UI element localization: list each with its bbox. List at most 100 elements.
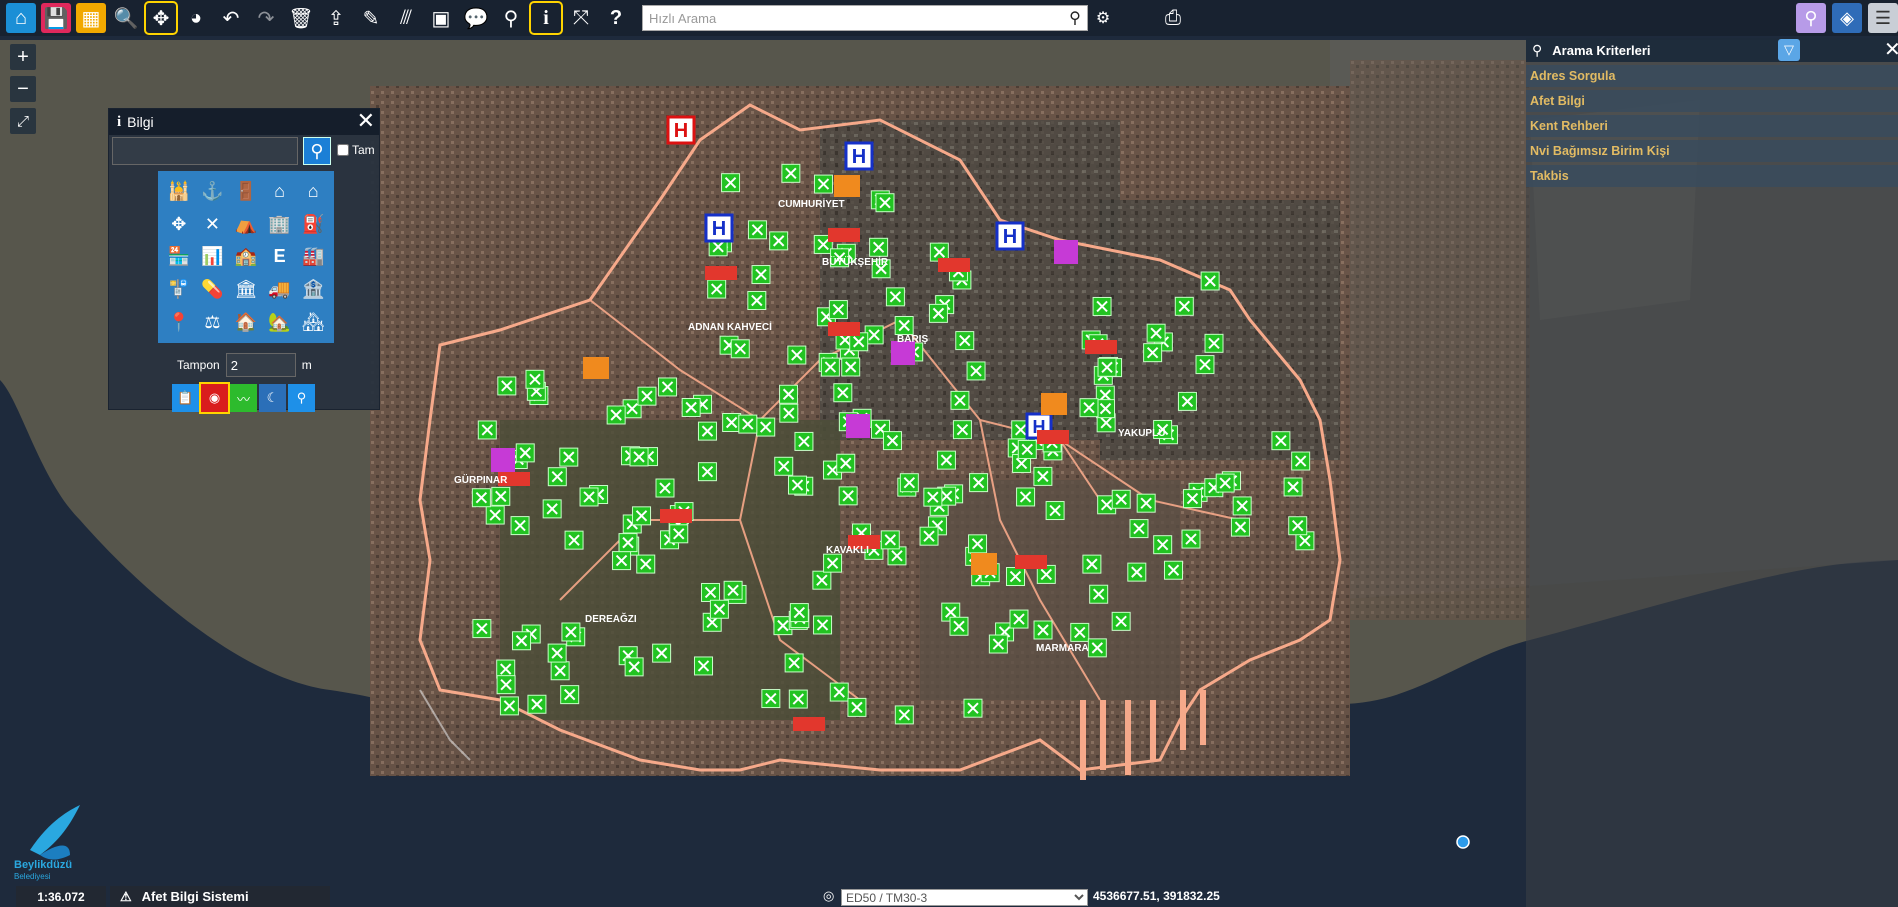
info-search-input[interactable]: [112, 137, 298, 165]
green-area-marker[interactable]: [1143, 343, 1163, 363]
green-area-marker[interactable]: [738, 414, 758, 434]
green-area-marker[interactable]: [652, 643, 672, 663]
green-area-marker[interactable]: [761, 689, 781, 709]
green-area-marker[interactable]: [784, 653, 804, 673]
green-area-marker[interactable]: [697, 462, 717, 482]
criteria-item-kent-rehberi[interactable]: Kent Rehberi: [1526, 115, 1898, 137]
polygon-mode-button[interactable]: ☾: [259, 384, 286, 412]
green-area-marker[interactable]: [1017, 439, 1037, 459]
menu-button[interactable]: ☰: [1868, 3, 1898, 33]
school-icon[interactable]: 🏫: [229, 241, 263, 274]
hospital-marker[interactable]: H: [995, 221, 1025, 251]
search-icon[interactable]: ⚲: [1063, 6, 1087, 30]
route-button[interactable]: ⫻: [391, 3, 421, 33]
green-area-marker[interactable]: [1181, 529, 1201, 549]
criteria-item-nvi[interactable]: Nvi Bağımsız Birim Kişi: [1526, 140, 1898, 162]
green-area-marker[interactable]: [899, 473, 919, 493]
green-area-marker[interactable]: [841, 357, 861, 377]
green-area-marker[interactable]: [813, 615, 833, 635]
green-area-marker[interactable]: [820, 357, 840, 377]
green-area-marker[interactable]: [499, 696, 519, 716]
green-area-marker[interactable]: [1153, 535, 1173, 555]
buffer-input[interactable]: [225, 353, 296, 377]
green-area-marker[interactable]: [988, 634, 1008, 654]
green-area-marker[interactable]: [655, 478, 675, 498]
green-area-marker[interactable]: [707, 279, 727, 299]
green-area-marker[interactable]: [694, 656, 714, 676]
marker-button[interactable]: ⚲: [496, 3, 526, 33]
globe-button[interactable]: ◕: [181, 3, 211, 33]
zoom-out-button[interactable]: −: [10, 76, 36, 102]
green-area-marker[interactable]: [1016, 487, 1036, 507]
green-area-marker[interactable]: [774, 456, 794, 476]
cross-arrows-icon[interactable]: ✕: [196, 208, 230, 241]
green-area-marker[interactable]: [928, 303, 948, 323]
line-mode-button[interactable]: 〰: [230, 384, 257, 412]
green-area-marker[interactable]: [1005, 567, 1025, 587]
green-area-marker[interactable]: [472, 619, 492, 639]
zoom-in-tool-button[interactable]: 🔍: [111, 3, 141, 33]
criteria-item-adres-sorgula[interactable]: Adres Sorgula: [1526, 65, 1898, 87]
undo-button[interactable]: ↶: [216, 3, 246, 33]
settings-button[interactable]: ⚙: [1088, 3, 1118, 33]
green-area-marker[interactable]: [813, 174, 833, 194]
green-area-marker[interactable]: [747, 291, 767, 311]
green-area-marker[interactable]: [747, 220, 767, 240]
green-area-marker[interactable]: [751, 265, 771, 285]
green-area-marker[interactable]: [496, 675, 516, 695]
green-area-marker[interactable]: [949, 616, 969, 636]
green-area-marker[interactable]: [559, 447, 579, 467]
green-area-marker[interactable]: [1232, 496, 1252, 516]
clipboard-mode-button[interactable]: 📋: [172, 384, 199, 412]
mosque-icon[interactable]: 🕌: [162, 175, 196, 208]
green-area-marker[interactable]: [781, 163, 801, 183]
green-area-marker[interactable]: [1096, 399, 1116, 419]
green-area-marker[interactable]: [497, 376, 517, 396]
green-area-marker[interactable]: [847, 697, 867, 717]
green-area-marker[interactable]: [606, 405, 626, 425]
home-roof-icon[interactable]: 🏘: [296, 306, 330, 339]
point-mode-button[interactable]: ◉: [199, 382, 230, 414]
green-area-marker[interactable]: [564, 530, 584, 550]
green-area-marker[interactable]: [1177, 391, 1197, 411]
green-area-marker[interactable]: [836, 453, 856, 473]
green-area-marker[interactable]: [1129, 519, 1149, 539]
truck-icon[interactable]: 🚚: [263, 273, 297, 306]
hook-icon[interactable]: ⚓: [196, 175, 230, 208]
green-area-marker[interactable]: [885, 287, 905, 307]
pill-icon[interactable]: 💊: [196, 273, 230, 306]
green-area-marker[interactable]: [1089, 584, 1109, 604]
green-area-marker[interactable]: [512, 631, 532, 651]
draw-button[interactable]: ✎: [356, 3, 386, 33]
letter-e-icon[interactable]: E: [263, 241, 297, 274]
green-area-marker[interactable]: [823, 553, 843, 573]
green-area-marker[interactable]: [1271, 431, 1291, 451]
green-area-marker[interactable]: [697, 421, 717, 441]
green-area-marker[interactable]: [779, 403, 799, 423]
pan-tool-button[interactable]: ✥: [144, 1, 178, 35]
green-area-marker[interactable]: [636, 554, 656, 574]
info-tool-button[interactable]: i: [529, 1, 563, 35]
green-area-marker[interactable]: [1045, 501, 1065, 521]
green-area-marker[interactable]: [1163, 560, 1183, 580]
green-area-marker[interactable]: [658, 377, 678, 397]
home-solid-icon[interactable]: 🏠: [229, 306, 263, 339]
criteria-item-afet-bilgi[interactable]: Afet Bilgi: [1526, 90, 1898, 112]
bus-stop-icon[interactable]: 🚏: [162, 273, 196, 306]
door-icon[interactable]: 🚪: [229, 175, 263, 208]
green-area-marker[interactable]: [887, 546, 907, 566]
home-button[interactable]: ⌂: [6, 3, 36, 33]
green-area-marker[interactable]: [875, 193, 895, 213]
green-area-marker[interactable]: [723, 580, 743, 600]
measure-button[interactable]: ⤧: [566, 3, 596, 33]
share-button[interactable]: ⇪: [321, 3, 351, 33]
house-icon[interactable]: ⌂: [263, 175, 297, 208]
green-area-marker[interactable]: [1230, 517, 1250, 537]
search-panel-button[interactable]: ⚲: [1796, 3, 1826, 33]
zoom-in-button[interactable]: +: [10, 44, 36, 70]
green-area-marker[interactable]: [547, 467, 567, 487]
green-area-marker[interactable]: [756, 417, 776, 437]
green-area-marker[interactable]: [869, 237, 889, 257]
green-area-marker[interactable]: [952, 420, 972, 440]
green-area-marker[interactable]: [618, 533, 638, 553]
